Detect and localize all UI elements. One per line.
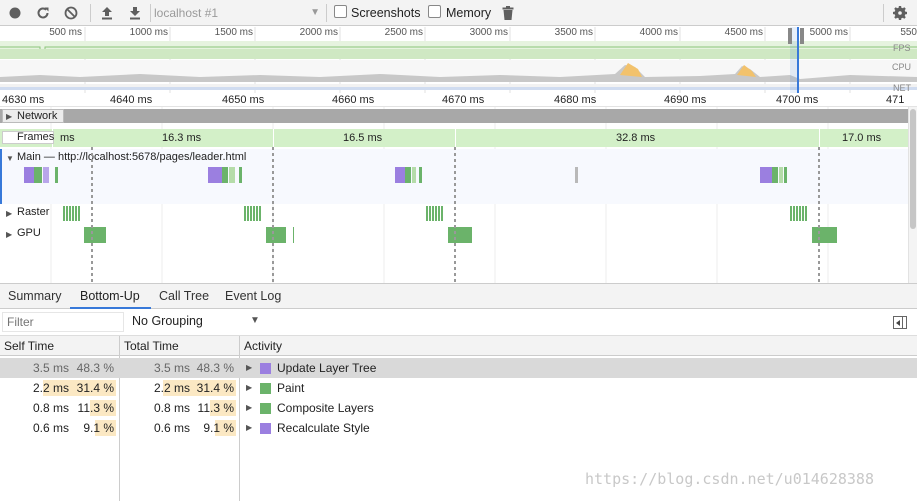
detail-tick: 4700 ms	[776, 94, 819, 106]
screenshots-label: Screenshots	[351, 6, 421, 20]
self-time: 2.2 ms	[33, 381, 70, 395]
timeline-overview[interactable]: 500 ms 1000 ms 1500 ms 2000 ms 2500 ms 3…	[0, 27, 917, 93]
chevron-down-icon: ▼	[250, 315, 260, 326]
expand-triangle-icon[interactable]: ▶	[246, 418, 252, 438]
self-percent: 48.3 %	[76, 361, 114, 375]
detail-tick: 4650 ms	[222, 94, 265, 106]
overview-tick: 3500 ms	[554, 27, 593, 38]
category-swatch	[260, 423, 271, 434]
total-time: 3.5 ms	[154, 361, 191, 375]
memory-checkbox[interactable]	[428, 5, 441, 18]
gear-icon[interactable]	[891, 4, 909, 22]
scrollbar-thumb[interactable]	[910, 109, 916, 229]
detail-ruler: 4630 ms 4640 ms 4650 ms 4660 ms 4670 ms …	[0, 93, 917, 107]
flame-chart-scrollbar[interactable]	[908, 107, 917, 283]
profile-select[interactable]: localhost #1 ▼	[154, 4, 322, 22]
self-percent: 11.3 %	[77, 401, 114, 415]
net-label: NET	[893, 83, 911, 93]
screenshots-checkbox[interactable]	[334, 5, 347, 18]
expand-triangle-icon[interactable]: ▶	[246, 358, 252, 378]
overview-tick: 3000 ms	[469, 27, 508, 38]
self-time: 0.6 ms	[33, 421, 70, 435]
self-time: 3.5 ms	[33, 361, 70, 375]
tab-summary[interactable]: Summary	[8, 289, 61, 303]
save-profile-icon[interactable]	[126, 4, 144, 22]
detail-tick: 4680 ms	[554, 94, 597, 106]
filter-input[interactable]	[2, 312, 124, 332]
total-time: 2.2 ms	[154, 381, 191, 395]
profile-select-value: localhost #1	[154, 6, 219, 20]
detail-tick: 4630 ms	[2, 94, 45, 106]
reload-icon[interactable]	[34, 4, 52, 22]
overview-tick: 550	[900, 27, 917, 38]
tab-event-log[interactable]: Event Log	[225, 289, 281, 303]
total-percent: 31.4 %	[196, 381, 234, 395]
flame-chart[interactable]: ▶ Network ms 16.3 ms 16.5 ms 32.8 ms 17.…	[0, 107, 908, 283]
overview-tick: 4000 ms	[639, 27, 678, 38]
column-header-activity[interactable]: Activity	[240, 336, 917, 356]
overview-tick: 1500 ms	[214, 27, 253, 38]
load-profile-icon[interactable]	[98, 4, 116, 22]
table-row[interactable]: 0.8 ms 11.3 % 0.8 ms 11.3 % ▶ Composite …	[0, 398, 917, 418]
activity-name: Composite Layers	[277, 401, 374, 415]
activity-name: Update Layer Tree	[277, 361, 377, 375]
overview-tick: 2500 ms	[384, 27, 423, 38]
category-swatch	[260, 383, 271, 394]
clear-icon[interactable]	[62, 4, 80, 22]
sidebar-toggle-icon[interactable]	[893, 316, 907, 329]
trash-icon[interactable]	[499, 4, 517, 22]
total-time: 0.6 ms	[154, 421, 191, 435]
expand-triangle-icon[interactable]: ▶	[246, 398, 252, 418]
chevron-down-icon: ▼	[310, 7, 320, 18]
total-percent: 9.1 %	[203, 421, 234, 435]
table-row[interactable]: 3.5 ms 48.3 % 3.5 ms 48.3 % ▶ Update Lay…	[0, 358, 917, 378]
category-swatch	[260, 363, 271, 374]
filter-bar: No Grouping ▼	[0, 309, 917, 336]
frame-boundary-lines	[91, 147, 820, 283]
category-swatch	[260, 403, 271, 414]
detail-tick: 4670 ms	[442, 94, 485, 106]
table-row[interactable]: 0.6 ms 9.1 % 0.6 ms 9.1 % ▶ Recalculate …	[0, 418, 917, 438]
activity-name: Recalculate Style	[277, 421, 370, 435]
detail-tick: 4660 ms	[332, 94, 375, 106]
tab-bottom-up[interactable]: Bottom-Up	[80, 289, 140, 303]
toolbar: localhost #1 ▼ Screenshots Memory	[0, 0, 917, 26]
total-percent: 11.3 %	[197, 401, 234, 415]
cpu-label: CPU	[892, 62, 912, 72]
detail-tick: 471	[886, 94, 905, 106]
self-percent: 9.1 %	[83, 421, 114, 435]
total-time: 0.8 ms	[154, 401, 191, 415]
watermark: https://blog.csdn.net/u014628388	[585, 470, 874, 488]
grouping-select[interactable]: No Grouping ▼	[132, 314, 260, 332]
column-header-self-time[interactable]: Self Time	[0, 336, 120, 356]
tab-call-tree[interactable]: Call Tree	[159, 289, 209, 303]
activity-name: Paint	[277, 381, 305, 395]
expand-triangle-icon[interactable]: ▶	[246, 378, 252, 398]
overview-tick: 5000 ms	[809, 27, 848, 38]
memory-label: Memory	[446, 6, 492, 20]
overview-tick: 1000 ms	[129, 27, 168, 38]
fps-label: FPS	[893, 43, 911, 53]
detail-tick: 4690 ms	[664, 94, 707, 106]
self-percent: 31.4 %	[76, 381, 114, 395]
overview-tick: 2000 ms	[299, 27, 338, 38]
column-header-total-time[interactable]: Total Time	[120, 336, 240, 356]
total-percent: 48.3 %	[196, 361, 234, 375]
overview-tick: 4500 ms	[724, 27, 763, 38]
detail-tick: 4640 ms	[110, 94, 153, 106]
table-row[interactable]: 2.2 ms 31.4 % 2.2 ms 31.4 % ▶ Paint	[0, 378, 917, 398]
overview-tick: 500 ms	[49, 27, 82, 38]
grouping-value: No Grouping	[132, 314, 203, 328]
record-icon[interactable]	[6, 4, 24, 22]
details-tabs: Summary Bottom-Up Call Tree Event Log	[0, 283, 917, 309]
self-time: 0.8 ms	[33, 401, 70, 415]
